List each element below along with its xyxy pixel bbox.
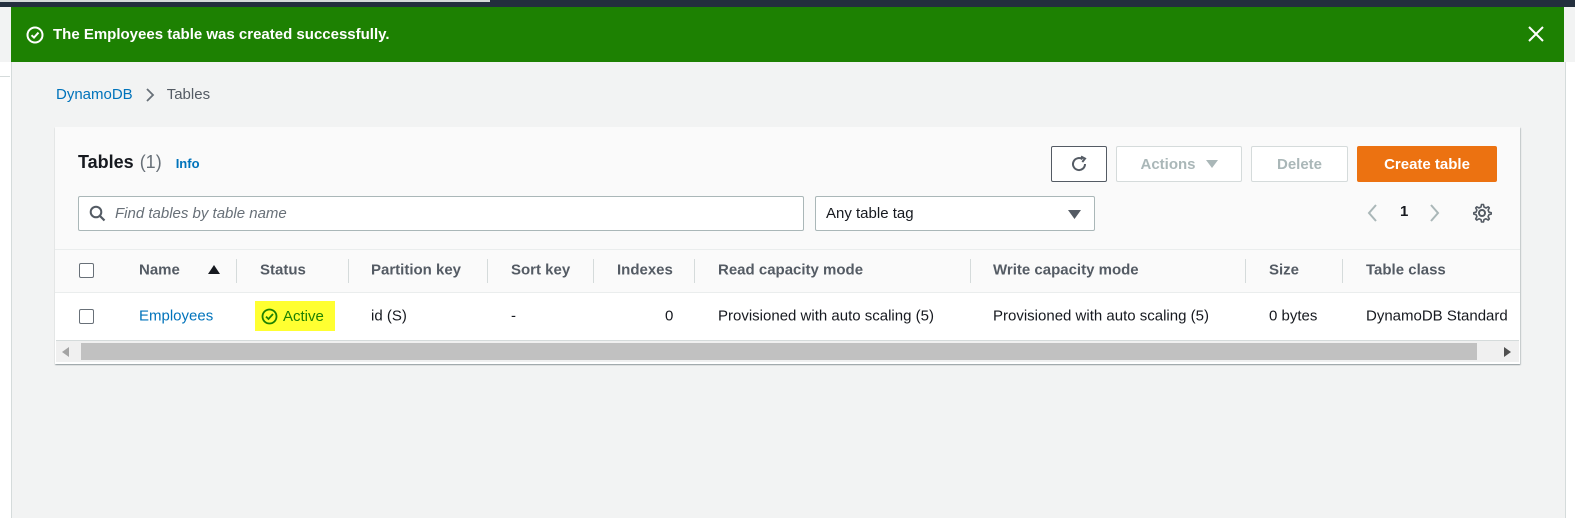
breadcrumb-dynamodb[interactable]: DynamoDB: [56, 86, 133, 103]
column-header-read-capacity-mode[interactable]: Read capacity mode: [718, 262, 863, 279]
sort-key-cell: -: [511, 307, 516, 325]
actions-button[interactable]: Actions: [1116, 146, 1242, 182]
left-nav-rail: [0, 62, 12, 518]
status-badge: Active: [255, 301, 335, 331]
page-number[interactable]: 1: [1400, 203, 1408, 220]
actions-label: Actions: [1140, 155, 1196, 173]
top-strip-segment: [0, 0, 490, 2]
search-icon: [89, 205, 106, 222]
breadcrumb-tables: Tables: [166, 86, 211, 103]
caret-down-icon: [1068, 209, 1081, 220]
column-header-sort-key[interactable]: Sort key: [511, 262, 570, 279]
browser-top-strip: [0, 0, 1575, 7]
page-title: Tables (1) Info: [78, 152, 200, 173]
column-header-size[interactable]: Size: [1269, 262, 1299, 279]
chevron-left-icon[interactable]: [1366, 203, 1378, 223]
gear-icon[interactable]: [1472, 203, 1492, 228]
select-all-checkbox[interactable]: [79, 263, 94, 278]
table-class-cell: DynamoDB Standard: [1366, 307, 1508, 325]
scroll-left-icon[interactable]: [62, 347, 69, 357]
left-rail-divider: [0, 76, 10, 77]
scrollbar-thumb[interactable]: [81, 343, 1477, 360]
column-divider[interactable]: [236, 259, 237, 283]
write-capacity-mode-cell: Provisioned with auto scaling (5): [993, 307, 1209, 325]
search-field[interactable]: [78, 196, 804, 231]
read-capacity-mode-cell: Provisioned with auto scaling (5): [718, 307, 934, 325]
column-header-status[interactable]: Status: [260, 262, 306, 279]
column-header-partition-key[interactable]: Partition key: [371, 262, 461, 279]
row-checkbox[interactable]: [79, 309, 94, 324]
tag-filter-value: Any table tag: [826, 205, 914, 222]
table-name-link[interactable]: Employees: [139, 308, 213, 325]
indexes-cell: 0: [665, 307, 674, 325]
search-input[interactable]: [115, 205, 795, 222]
column-divider[interactable]: [487, 259, 488, 283]
table-count: (1): [139, 152, 162, 172]
chevron-right-icon: [145, 87, 155, 103]
refresh-button[interactable]: [1051, 146, 1107, 182]
status-text: Active: [283, 307, 324, 325]
flash-message: The Employees table was created successf…: [53, 26, 390, 43]
create-table-button[interactable]: Create table: [1357, 146, 1497, 182]
right-rail: [1565, 62, 1575, 518]
tag-filter-select[interactable]: Any table tag: [815, 196, 1095, 231]
info-link[interactable]: Info: [176, 156, 200, 171]
check-circle-icon: [261, 308, 278, 325]
close-icon[interactable]: [1527, 25, 1545, 43]
chevron-right-icon[interactable]: [1429, 203, 1441, 223]
column-header-table-class[interactable]: Table class: [1366, 262, 1446, 279]
column-header-write-capacity-mode[interactable]: Write capacity mode: [993, 262, 1139, 279]
column-divider[interactable]: [1342, 259, 1343, 283]
breadcrumb: DynamoDB Tables: [56, 86, 210, 103]
panel-title: Tables: [78, 152, 134, 172]
column-header-name[interactable]: Name: [139, 262, 180, 279]
column-divider[interactable]: [694, 259, 695, 283]
caret-down-icon: [1205, 159, 1218, 169]
sort-ascending-icon[interactable]: [208, 265, 220, 275]
column-header-indexes[interactable]: Indexes: [617, 262, 673, 279]
scroll-right-icon[interactable]: [1504, 347, 1511, 357]
column-divider[interactable]: [1245, 259, 1246, 283]
column-divider[interactable]: [593, 259, 594, 283]
success-flashbar: The Employees table was created successf…: [11, 7, 1564, 62]
check-circle-icon: [26, 26, 44, 44]
partition-key-cell: id (S): [371, 307, 407, 325]
column-divider[interactable]: [970, 259, 971, 283]
refresh-icon: [1069, 154, 1089, 174]
horizontal-scrollbar[interactable]: [56, 340, 1519, 362]
column-divider[interactable]: [348, 259, 349, 283]
delete-button[interactable]: Delete: [1251, 146, 1348, 182]
size-cell: 0 bytes: [1269, 307, 1318, 325]
